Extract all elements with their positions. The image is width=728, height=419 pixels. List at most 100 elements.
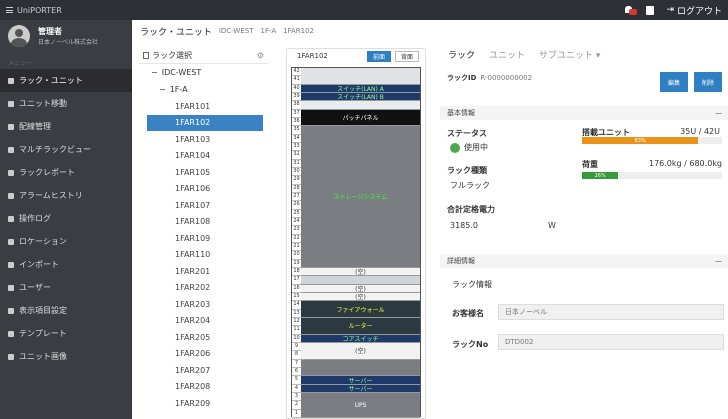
- rack-device-router[interactable]: ルーター: [301, 318, 420, 335]
- rack-device-empty[interactable]: (空): [301, 268, 420, 277]
- rack-no-label: ラックNo: [452, 340, 489, 349]
- detail-info-header[interactable]: 詳細情報 —: [440, 254, 728, 268]
- edit-button[interactable]: 編集: [660, 72, 688, 92]
- status-label: ステータス: [447, 129, 487, 138]
- tree-rack-item[interactable]: 1FAR106: [139, 181, 268, 198]
- tree-node-site[interactable]: − IDC-WEST: [139, 64, 268, 81]
- unit-number: 11: [292, 326, 301, 335]
- unit-number: 20: [292, 251, 301, 260]
- tree-rack-item[interactable]: 1FAR201: [139, 263, 268, 280]
- rack-diagram: 42 41 40 39 38 37 36 35 34 33 32 31 30 29 28 27 26 25 24 23…: [291, 67, 421, 418]
- tree-rack-item[interactable]: 1FAR110: [139, 247, 268, 264]
- tree-rack-item[interactable]: 1FAR209: [139, 395, 268, 412]
- settings-gear-icon[interactable]: ⚙: [257, 51, 264, 60]
- page-title: ラック・ユニット: [140, 27, 212, 38]
- rack-device-blank[interactable]: [301, 101, 420, 110]
- power-value: 3185.0: [450, 221, 478, 230]
- log-icon: [8, 215, 14, 222]
- rack-device-top[interactable]: [301, 68, 420, 85]
- rack-device-switch-b[interactable]: スイッチ(LAN) B: [301, 93, 420, 102]
- tree-rack-item[interactable]: 1FAR104: [139, 148, 268, 165]
- mounted-value: 35U / 42U: [680, 127, 720, 136]
- tree-rack-item[interactable]: 1FAR203: [139, 296, 268, 313]
- tree-node-floor[interactable]: −1F-A: [139, 81, 268, 98]
- rack-icon: [8, 77, 14, 84]
- tree-rack-item[interactable]: 1FAR205: [139, 329, 268, 346]
- unit-number: 41: [292, 76, 301, 85]
- tree-rack-item[interactable]: 1FAR208: [139, 379, 268, 396]
- tab-subunit[interactable]: サブユニット ▾: [539, 48, 600, 61]
- tree-node-label: 1F-A: [169, 85, 188, 94]
- app-logo[interactable]: UniPORTER: [0, 6, 130, 15]
- rack-device-firewall[interactable]: ファイアウォール: [301, 301, 420, 318]
- tree-rack-item[interactable]: 1FAR206: [139, 346, 268, 363]
- menu-icon[interactable]: [6, 7, 13, 13]
- sidebar-item-import[interactable]: インポート: [0, 253, 132, 276]
- sidebar-item-location[interactable]: ロケーション: [0, 230, 132, 253]
- tree-rack-item[interactable]: 1FAR105: [139, 164, 268, 181]
- breadcrumb-rack[interactable]: 1FAR102: [283, 27, 314, 35]
- collapse-icon[interactable]: −: [151, 68, 158, 77]
- sidebar-item-template[interactable]: テンプレート: [0, 322, 132, 345]
- sidebar-item-operation-log[interactable]: 操作ログ: [0, 207, 132, 230]
- rack-device-empty[interactable]: (空): [301, 293, 420, 302]
- unit-number: 17: [292, 276, 301, 285]
- document-icon[interactable]: [646, 5, 655, 15]
- tree-rack-item[interactable]: 1FAR108: [139, 214, 268, 231]
- rack-device-server-b[interactable]: サーバー: [301, 384, 420, 393]
- tree-rack-item[interactable]: 1FAR102: [147, 114, 263, 131]
- sidebar-item-alarm-history[interactable]: アラームヒストリ: [0, 184, 132, 207]
- collapse-icon[interactable]: —: [715, 109, 722, 117]
- rack-device-storage[interactable]: ストレージシステム: [301, 126, 420, 268]
- rack-device-ups[interactable]: UPS: [301, 393, 420, 418]
- logout-button[interactable]: ⇥ ログアウト: [666, 4, 722, 17]
- collapse-icon[interactable]: −: [159, 85, 166, 94]
- sidebar-item-label: アラームヒストリ: [19, 191, 83, 200]
- tree-rack-item[interactable]: 1FAR103: [139, 131, 268, 148]
- rack-id-value: R-0000000002: [480, 74, 533, 82]
- tree-rack-item[interactable]: 1FAR107: [139, 197, 268, 214]
- detail-info-title: 詳細情報: [447, 257, 475, 265]
- menu-header: メニュー: [8, 60, 33, 67]
- tree-rack-item[interactable]: 1FAR202: [139, 280, 268, 297]
- sidebar-item-label: 操作ログ: [19, 214, 51, 223]
- tab-unit[interactable]: ユニット: [489, 48, 525, 61]
- sidebar-item-unit-move[interactable]: ユニット移動: [0, 92, 132, 115]
- sidebar-item-multirack[interactable]: マルチラックビュー: [0, 138, 132, 161]
- tree-rack-item[interactable]: 1FAR101: [139, 98, 268, 115]
- alarm-icon[interactable]: [624, 5, 638, 15]
- sidebar-item-users[interactable]: ユーザー: [0, 276, 132, 299]
- rack-no-field[interactable]: DTD002: [498, 334, 724, 350]
- sidebar-item-rack-unit[interactable]: ラック・ユニット: [0, 69, 132, 92]
- unit-number: 37: [292, 109, 301, 118]
- unit-number: 31: [292, 159, 301, 168]
- back-view-button[interactable]: 背面: [395, 50, 419, 62]
- customer-field[interactable]: 日本ノーベル: [498, 304, 724, 320]
- unit-number: 21: [292, 243, 301, 252]
- rack-device-empty[interactable]: (空): [301, 343, 420, 360]
- rack-device-patch-panel[interactable]: パッチパネル: [301, 109, 420, 127]
- breadcrumb-site[interactable]: IDC-WEST: [219, 27, 254, 35]
- tree-rack-item[interactable]: 1FAR109: [139, 230, 268, 247]
- tree-node-label: IDC-WEST: [161, 68, 202, 77]
- rack-device-core-switch[interactable]: コアスイッチ: [301, 334, 420, 343]
- unit-number: 33: [292, 143, 301, 152]
- sidebar-item-wiring[interactable]: 配線管理: [0, 115, 132, 138]
- tree-rack-item[interactable]: 1FAR204: [139, 313, 268, 330]
- unit-number: 26: [292, 201, 301, 210]
- unit-number: 15: [292, 293, 301, 302]
- sidebar-item-unit-images[interactable]: ユニット画像: [0, 345, 132, 368]
- sidebar-item-rack-report[interactable]: ラックレポート: [0, 161, 132, 184]
- tree-rack-item[interactable]: 1FAR207: [139, 362, 268, 379]
- rack-device-server[interactable]: [301, 359, 420, 377]
- user-name: 管理者: [38, 27, 62, 36]
- delete-button[interactable]: 削除: [694, 72, 722, 92]
- details-panel: ラック ユニット サブユニット ▾ ラックID R-0000000002 編集 …: [440, 46, 728, 419]
- basic-info-header[interactable]: 基本情報 —: [440, 106, 728, 120]
- front-view-button[interactable]: 前面: [367, 50, 391, 62]
- unit-number: 40: [292, 84, 301, 93]
- breadcrumb-floor[interactable]: 1F-A: [260, 27, 276, 35]
- collapse-icon[interactable]: —: [715, 257, 722, 265]
- tab-rack[interactable]: ラック: [448, 48, 475, 61]
- sidebar-item-display-settings[interactable]: 表示項目設定: [0, 299, 132, 322]
